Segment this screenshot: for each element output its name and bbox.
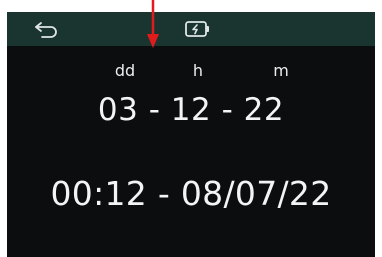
unit-minutes-label: m — [273, 61, 289, 80]
display-screen: dd h m 03 - 12 - 22 00:12 - 08/07/22 — [7, 12, 375, 257]
device-frame: dd h m 03 - 12 - 22 00:12 - 08/07/22 — [0, 0, 382, 257]
timer-battery-icon[interactable] — [182, 19, 212, 39]
unit-hours-label: h — [192, 61, 204, 80]
unit-days-label: dd — [114, 61, 136, 80]
datetime-readout: 00:12 - 08/07/22 — [50, 174, 332, 213]
top-bar — [7, 12, 375, 46]
duration-units: dd h m — [7, 61, 375, 81]
duration-readout: 03 - 12 - 22 — [97, 92, 285, 128]
back-arrow-icon[interactable] — [32, 20, 60, 38]
red-arrow-icon — [147, 0, 159, 48]
